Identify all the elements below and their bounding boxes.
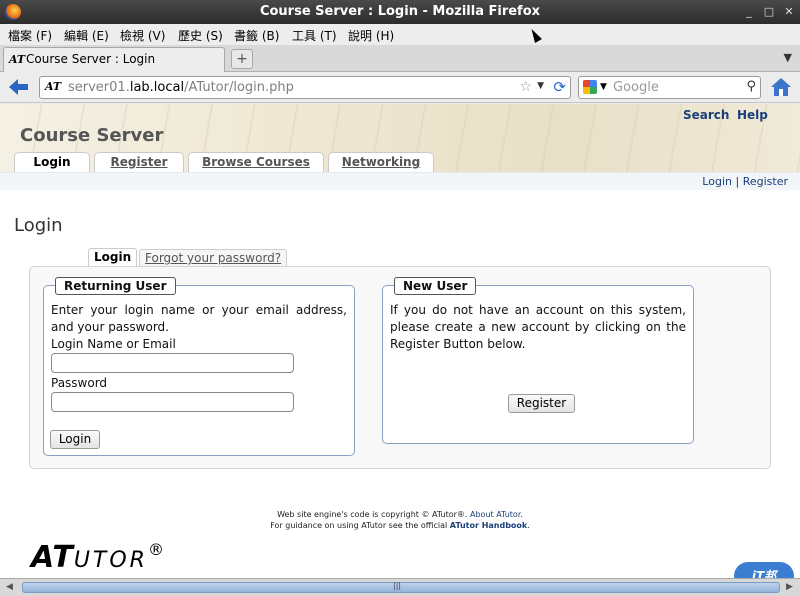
link-separator: | [735, 175, 740, 188]
about-atutor-link[interactable]: About ATutor [470, 510, 520, 519]
nav-tab-browse-courses[interactable]: Browse Courses [188, 152, 324, 172]
password-input[interactable] [51, 392, 294, 412]
scroll-left-icon[interactable]: ◀ [6, 582, 13, 592]
url-dropdown-icon[interactable]: ▼ [537, 81, 544, 91]
nav-tab-networking[interactable]: Networking [328, 152, 434, 172]
title-bar: Course Server : Login - Mozilla Firefox … [0, 0, 800, 24]
footer: Web site engine's code is copyright © AT… [0, 509, 800, 531]
user-login-link[interactable]: Login [702, 175, 732, 188]
scrollbar-thumb[interactable]: ||| [22, 581, 780, 593]
menu-bar: 檔案 (F) 編輯 (E) 檢視 (V) 歷史 (S) 書籤 (B) 工具 (T… [0, 24, 800, 45]
menu-file[interactable]: 檔案 (F) [8, 27, 52, 44]
nav-tab-register[interactable]: Register [94, 152, 184, 172]
user-bar: Login | Register [0, 172, 800, 190]
search-binoculars-icon[interactable]: ⚲ [746, 79, 756, 94]
register-button[interactable]: Register [508, 394, 575, 413]
horizontal-scrollbar[interactable]: ◀ ||| ▶ [0, 578, 800, 596]
window-title: Course Server : Login - Mozilla Firefox [259, 4, 541, 19]
url-text[interactable]: server01.lab.local/ATutor/login.php [68, 80, 294, 95]
menu-edit[interactable]: 編輯 (E) [64, 27, 109, 44]
password-label: Password [51, 376, 108, 390]
new-user-legend: New User [394, 277, 477, 295]
search-bar[interactable]: ▼ Google ⚲ [578, 76, 761, 99]
returning-user-legend: Returning User [55, 277, 176, 295]
login-button[interactable]: Login [50, 430, 100, 449]
atutor-logo: ATUTOR® [31, 540, 167, 575]
atutor-favicon-icon: AT [9, 53, 26, 66]
tab-strip: AT Course Server : Login + ▼ [0, 45, 800, 72]
login-name-input[interactable] [51, 353, 294, 373]
atutor-handbook-link[interactable]: ATutor Handbook [450, 521, 527, 530]
firefox-window: Course Server : Login - Mozilla Firefox … [0, 0, 800, 596]
menu-view[interactable]: 檢視 (V) [120, 27, 165, 44]
menu-tools[interactable]: 工具 (T) [292, 27, 337, 44]
login-name-label: Login Name or Email [51, 337, 176, 351]
ithome-badge: iT邦 [734, 562, 794, 578]
menu-help[interactable]: 說明 (H) [348, 27, 394, 44]
footer-copyright: Web site engine's code is copyright © AT… [277, 510, 523, 519]
tab-list-chevron-icon[interactable]: ▼ [784, 51, 792, 64]
tab-label: Course Server : Login [26, 52, 156, 66]
search-link[interactable]: Search [683, 108, 729, 122]
new-user-fieldset: New User If you do not have an account o… [382, 277, 694, 444]
site-identity-icon[interactable]: AT [45, 80, 61, 93]
reload-icon[interactable]: ⟳ [553, 78, 566, 96]
new-tab-button[interactable]: + [231, 49, 253, 69]
back-arrow-icon[interactable] [9, 78, 29, 96]
returning-user-fieldset: Returning User Enter your login name or … [43, 277, 355, 456]
home-icon[interactable] [770, 76, 792, 98]
login-subtab[interactable]: Login [88, 248, 138, 266]
minimize-button[interactable]: _ [742, 5, 756, 19]
user-register-link[interactable]: Register [743, 175, 788, 188]
navigation-toolbar: AT server01.lab.local/ATutor/login.php ☆… [0, 72, 800, 103]
engine-dropdown-icon[interactable]: ▼ [600, 82, 607, 92]
google-icon[interactable] [583, 80, 597, 94]
nav-tab-login[interactable]: Login [14, 152, 90, 172]
scroll-right-icon[interactable]: ▶ [786, 582, 793, 592]
url-bar[interactable]: AT server01.lab.local/ATutor/login.php ☆… [39, 76, 571, 99]
page-content: Course Server Search Help Login Register… [0, 104, 800, 578]
grip-icon: ||| [393, 581, 402, 590]
bookmark-star-icon[interactable]: ☆ [519, 79, 532, 95]
site-header: Course Server Search Help Login Register… [0, 104, 800, 172]
footer-guidance: For guidance on using ATutor see the off… [270, 521, 530, 530]
forgot-password-subtab[interactable]: Forgot your password? [139, 249, 288, 266]
page-title: Login [14, 215, 63, 236]
search-input[interactable]: Google [613, 80, 659, 95]
menu-history[interactable]: 歷史 (S) [178, 27, 223, 44]
new-user-intro: If you do not have an account on this sy… [390, 303, 686, 351]
returning-user-intro: Enter your login name or your email addr… [51, 303, 347, 334]
tab-course-server-login[interactable]: AT Course Server : Login [3, 47, 225, 72]
site-title: Course Server [20, 125, 164, 146]
maximize-button[interactable]: □ [762, 5, 776, 19]
menu-bookmarks[interactable]: 書籤 (B) [234, 27, 279, 44]
close-button[interactable]: ✕ [782, 5, 796, 19]
help-link[interactable]: Help [737, 108, 768, 122]
